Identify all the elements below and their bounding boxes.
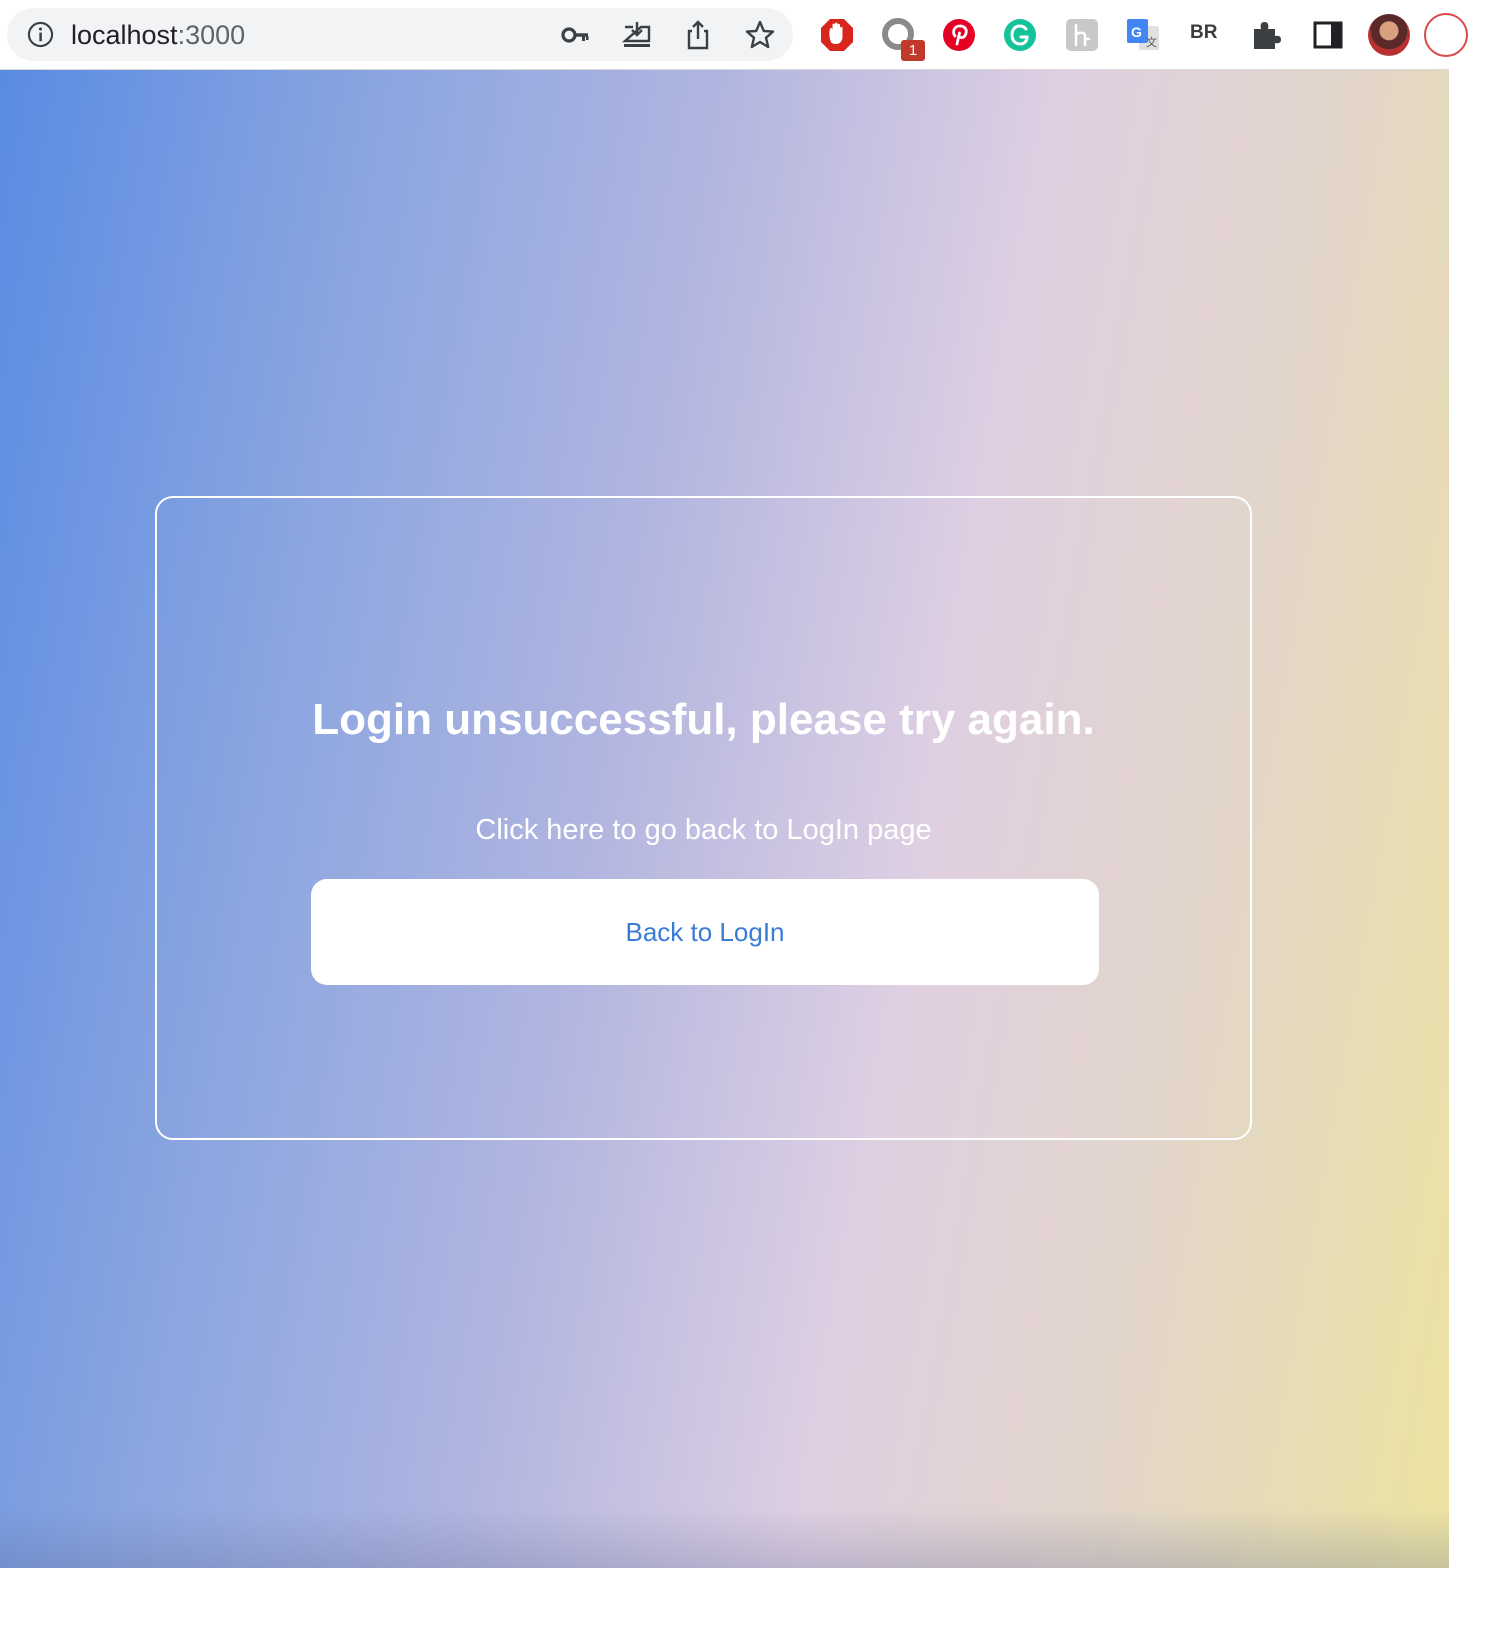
login-error-card: Login unsuccessful, please try again. Cl… <box>155 496 1252 1140</box>
svg-text:文: 文 <box>1146 35 1157 49</box>
url-host: localhost <box>71 20 178 50</box>
back-to-login-button[interactable]: Back to LogIn <box>311 879 1099 985</box>
profile-menu-button[interactable] <box>1424 13 1468 57</box>
br-extension-icon[interactable]: BR <box>1190 22 1217 44</box>
info-icon[interactable] <box>27 21 54 48</box>
google-translate-icon[interactable]: G 文 <box>1125 17 1161 53</box>
side-panel-icon[interactable] <box>1310 17 1346 53</box>
back-instruction-text: Click here to go back to LogIn page <box>475 814 932 846</box>
notification-badge: 1 <box>901 40 925 61</box>
address-bar[interactable]: localhost:3000 <box>7 8 793 61</box>
honey-extension-icon[interactable] <box>1064 17 1100 53</box>
url-port: :3000 <box>177 20 246 50</box>
error-title: Login unsuccessful, please try again. <box>312 695 1095 744</box>
key-icon[interactable] <box>560 19 592 51</box>
pinterest-icon[interactable] <box>941 17 977 53</box>
adblock-extension-icon[interactable] <box>819 17 855 53</box>
url-text[interactable]: localhost:3000 <box>71 19 245 51</box>
grammarly-icon[interactable] <box>1002 17 1038 53</box>
extensions-puzzle-icon[interactable] <box>1249 17 1285 53</box>
share-icon[interactable] <box>682 19 714 51</box>
page-background: Login unsuccessful, please try again. Cl… <box>0 70 1449 1568</box>
install-app-icon[interactable] <box>621 19 653 51</box>
profile-avatar[interactable] <box>1368 14 1410 56</box>
svg-text:G: G <box>1131 24 1142 40</box>
browser-toolbar: localhost:3000 1 G 文 BR <box>0 0 1468 70</box>
bookmark-star-icon[interactable] <box>744 19 776 51</box>
